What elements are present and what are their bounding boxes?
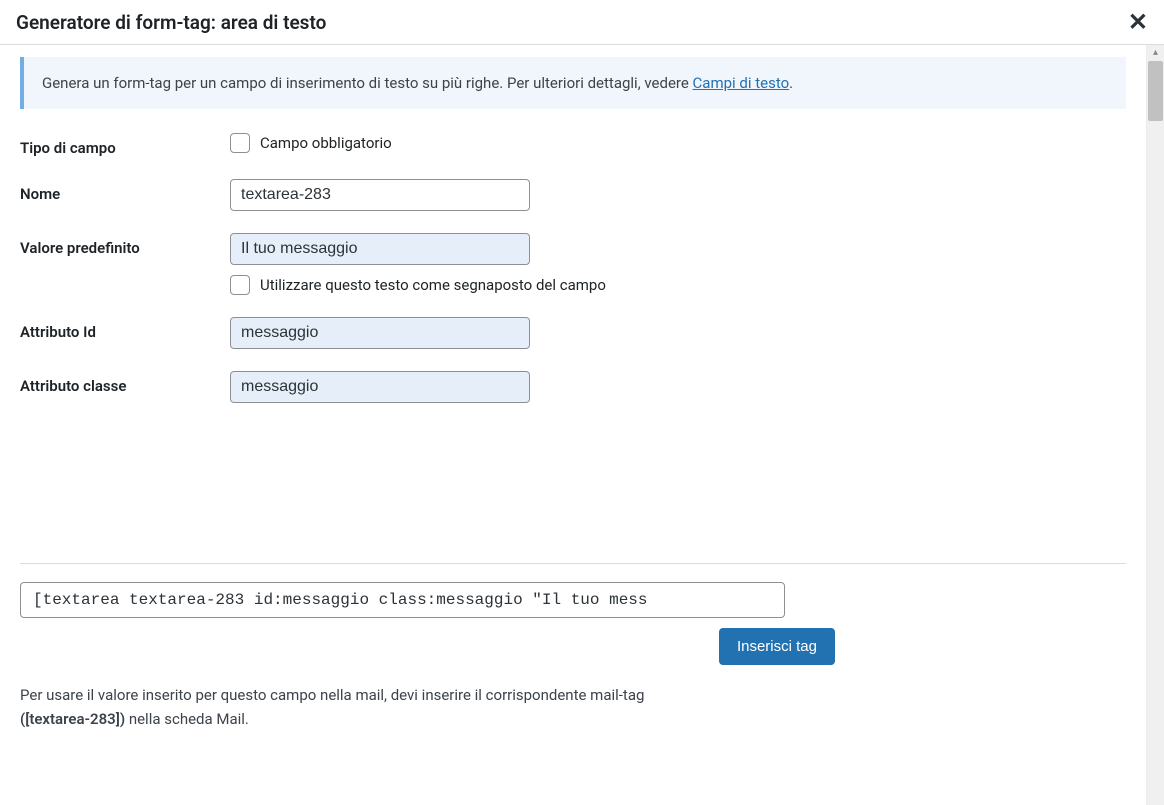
id-attr-input[interactable] xyxy=(230,317,530,349)
modal-header: Generatore di form-tag: area di testo ✕ xyxy=(0,0,1164,45)
footer-text: Per usare il valore inserito per questo … xyxy=(20,683,1126,731)
info-text-after: . xyxy=(789,74,793,92)
scrollbar-thumb[interactable] xyxy=(1148,61,1163,121)
modal-body: Genera un form-tag per un campo di inser… xyxy=(0,45,1164,805)
default-value-row: Valore predefinito Utilizzare questo tes… xyxy=(20,233,1126,295)
footer-line1: Per usare il valore inserito per questo … xyxy=(20,686,644,704)
scrollbar[interactable]: ▴ xyxy=(1146,45,1164,805)
name-label: Nome xyxy=(20,179,230,203)
name-row: Nome xyxy=(20,179,1126,211)
required-checkbox[interactable] xyxy=(230,133,250,153)
required-checkbox-label: Campo obbligatorio xyxy=(260,134,392,152)
info-link[interactable]: Campi di testo xyxy=(693,74,790,92)
class-attr-row: Attributo classe xyxy=(20,371,1126,403)
id-attr-row: Attributo Id xyxy=(20,317,1126,349)
class-attr-label: Attributo classe xyxy=(20,371,230,395)
info-text: Genera un form-tag per un campo di inser… xyxy=(42,74,693,92)
bottom-section: Inserisci tag Per usare il valore inseri… xyxy=(20,563,1126,731)
placeholder-checkbox-label: Utilizzare questo testo come segnaposto … xyxy=(260,276,606,294)
class-attr-input[interactable] xyxy=(230,371,530,403)
scrollbar-up-icon[interactable]: ▴ xyxy=(1147,45,1164,61)
insert-tag-button[interactable]: Inserisci tag xyxy=(719,628,835,665)
content-area: Genera un form-tag per un campo di inser… xyxy=(0,45,1146,805)
field-type-row: Tipo di campo Campo obbligatorio xyxy=(20,133,1126,157)
id-attr-label: Attributo Id xyxy=(20,317,230,341)
field-type-label: Tipo di campo xyxy=(20,133,230,157)
modal-title: Generatore di form-tag: area di testo xyxy=(16,11,326,34)
footer-line2: nella scheda Mail. xyxy=(125,710,249,728)
default-value-input[interactable] xyxy=(230,233,530,265)
default-value-label: Valore predefinito xyxy=(20,233,230,257)
placeholder-checkbox[interactable] xyxy=(230,275,250,295)
close-icon[interactable]: ✕ xyxy=(1128,10,1148,34)
generated-tag-input[interactable] xyxy=(20,582,785,618)
name-input[interactable] xyxy=(230,179,530,211)
footer-mail-tag: ([textarea-283]) xyxy=(20,710,125,728)
form-tag-generator-modal: Generatore di form-tag: area di testo ✕ … xyxy=(0,0,1164,805)
info-box: Genera un form-tag per un campo di inser… xyxy=(20,57,1126,109)
